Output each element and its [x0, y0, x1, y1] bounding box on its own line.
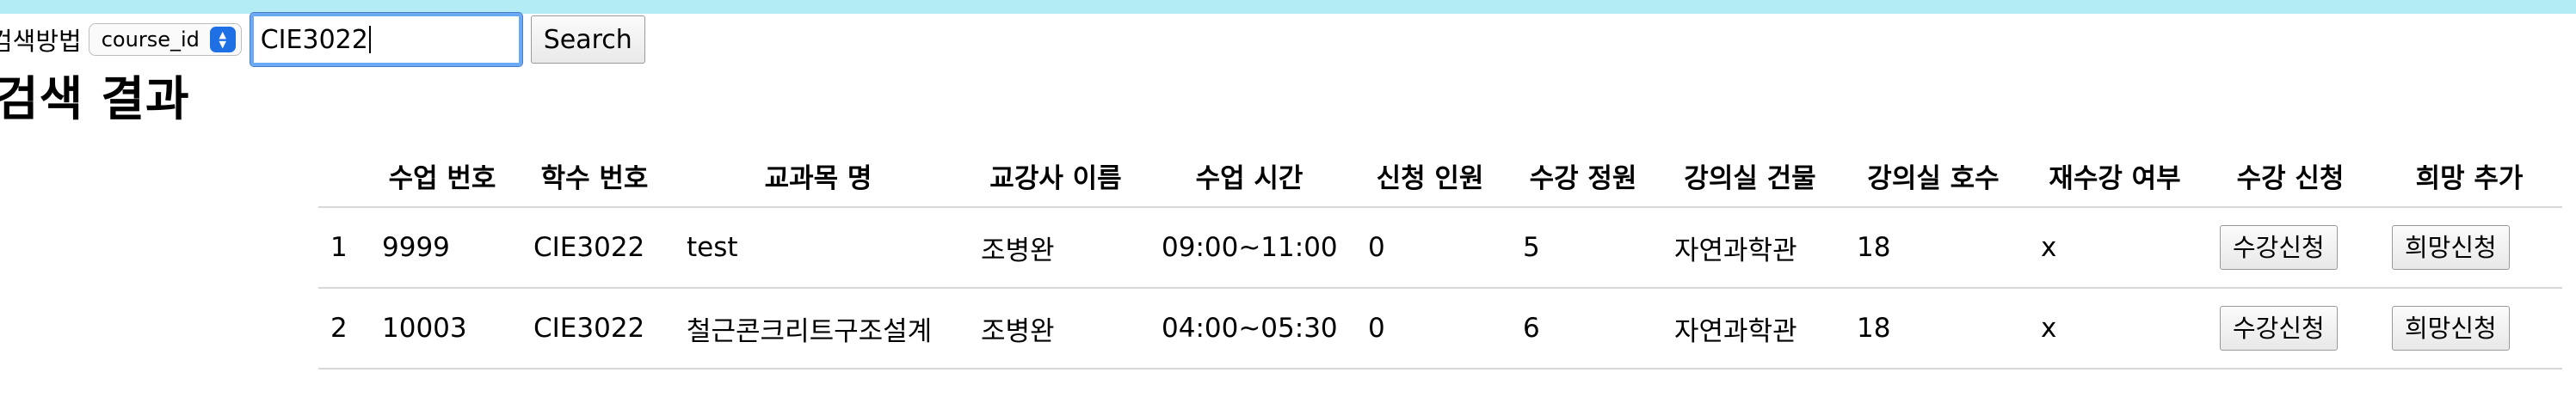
column-header: 희망 추가	[2376, 144, 2562, 208]
column-header: 교강사 이름	[965, 144, 1146, 208]
search-input[interactable]: CIE3022	[249, 12, 523, 67]
wish-cell: 희망신청	[2376, 288, 2562, 370]
column-header	[318, 144, 367, 208]
room-number: 18	[1841, 207, 2025, 289]
column-header: 수강 신청	[2204, 144, 2376, 208]
row-index: 2	[318, 288, 367, 370]
column-header: 학수 번호	[518, 144, 671, 208]
column-header: 강의실 호수	[1841, 144, 2025, 208]
search-input-value: CIE3022	[260, 24, 368, 55]
course-name: test	[671, 207, 965, 289]
column-header: 수업 번호	[367, 144, 518, 208]
table-header-row: 수업 번호 학수 번호 교과목 명 교강사 이름 수업 시간 신청 인원 수강 …	[318, 144, 2562, 208]
applicant-count: 0	[1353, 288, 1507, 370]
room-number: 18	[1841, 288, 2025, 370]
building: 자연과학관	[1659, 207, 1841, 289]
enroll-button[interactable]: 수강신청	[2220, 306, 2338, 351]
building: 자연과학관	[1659, 288, 1841, 370]
search-method-value: course_id	[101, 27, 200, 52]
row-index: 1	[318, 207, 367, 289]
text-caret	[368, 26, 371, 53]
search-bar: 검색방법 course_id ▲ ▼ CIE3022 Search	[0, 12, 645, 67]
class-time: 04:00~05:30	[1146, 288, 1353, 370]
column-header: 수강 정원	[1507, 144, 1659, 208]
retake-flag: x	[2025, 288, 2204, 370]
instructor-name: 조병완	[965, 288, 1146, 370]
search-method-label: 검색방법	[0, 27, 82, 56]
search-method-select[interactable]: course_id ▲ ▼	[88, 23, 242, 56]
table-row: 1 9999 CIE3022 test 조병완 09:00~11:00 0 5 …	[318, 207, 2562, 289]
column-header: 강의실 건물	[1659, 144, 1841, 208]
results-title: 검색 결과	[0, 71, 190, 126]
wishlist-button[interactable]: 희망신청	[2392, 225, 2510, 270]
column-header: 재수강 여부	[2025, 144, 2204, 208]
wish-cell: 희망신청	[2376, 207, 2562, 289]
retake-flag: x	[2025, 207, 2204, 289]
instructor-name: 조병완	[965, 207, 1146, 289]
class-time: 09:00~11:00	[1146, 207, 1353, 289]
wishlist-button[interactable]: 희망신청	[2392, 306, 2510, 351]
search-button[interactable]: Search	[530, 15, 645, 64]
course-name: 철근콘크리트구조설계	[671, 288, 965, 370]
capacity: 6	[1507, 288, 1659, 370]
applicant-count: 0	[1353, 207, 1507, 289]
column-header: 신청 인원	[1353, 144, 1507, 208]
course-id: CIE3022	[518, 288, 671, 370]
enroll-cell: 수강신청	[2204, 207, 2376, 289]
course-id: CIE3022	[518, 207, 671, 289]
table-row: 2 10003 CIE3022 철근콘크리트구조설계 조병완 04:00~05:…	[318, 288, 2562, 370]
column-header: 수업 시간	[1146, 144, 1353, 208]
capacity: 5	[1507, 207, 1659, 289]
chevron-up-down-icon: ▲ ▼	[209, 27, 236, 52]
results-table: 수업 번호 학수 번호 교과목 명 교강사 이름 수업 시간 신청 인원 수강 …	[318, 144, 2562, 370]
class-number: 10003	[367, 288, 518, 370]
enroll-button[interactable]: 수강신청	[2220, 225, 2338, 270]
column-header: 교과목 명	[671, 144, 965, 208]
class-number: 9999	[367, 207, 518, 289]
enroll-cell: 수강신청	[2204, 288, 2376, 370]
